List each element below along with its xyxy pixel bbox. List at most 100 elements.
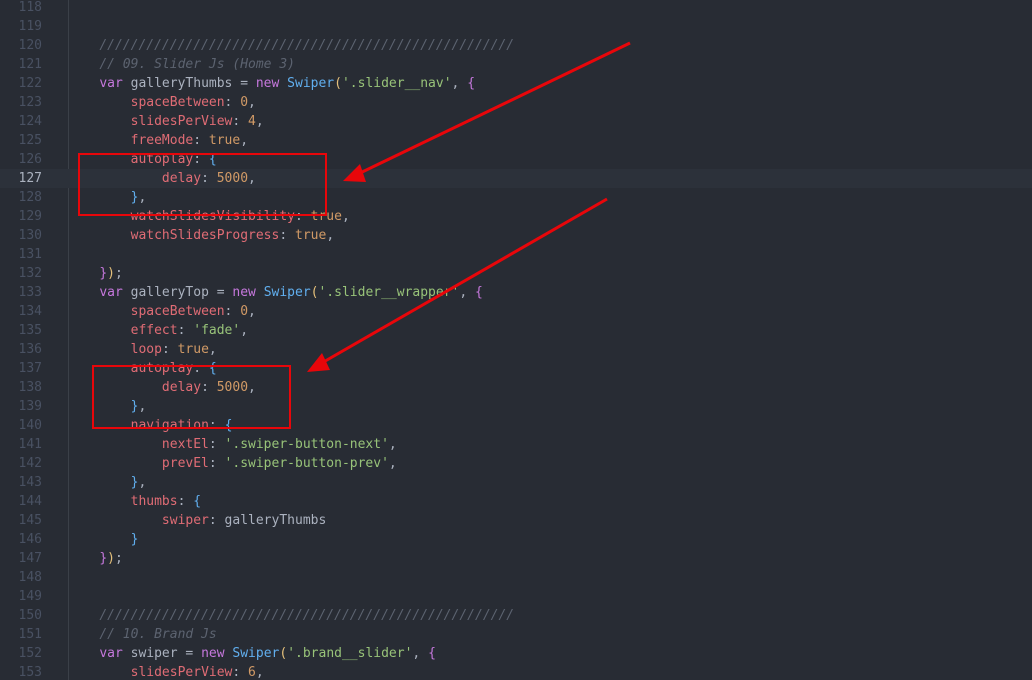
code-token: true	[208, 133, 241, 148]
code-token: freeMode	[130, 133, 194, 148]
code-token: prevEl	[161, 456, 209, 471]
code-line[interactable]: 130 watchSlidesProgress: true,	[0, 226, 1032, 245]
code-token: )	[107, 266, 115, 281]
code-line[interactable]: 127 delay: 5000,	[0, 169, 1032, 188]
code-line[interactable]: 126 autoplay: {	[0, 150, 1032, 169]
line-number: 128	[18, 190, 42, 205]
code-text: var galleryTop = new Swiper('.slider__wr…	[68, 283, 483, 302]
code-line[interactable]: 118	[0, 0, 1032, 17]
code-token: galleryThumbs	[224, 513, 327, 528]
line-number: 132	[18, 266, 42, 281]
code-line[interactable]: 128 },	[0, 188, 1032, 207]
line-number: 129	[18, 209, 42, 224]
line-number: 142	[18, 456, 42, 471]
line-number: 122	[18, 76, 42, 91]
code-line[interactable]: 136 loop: true,	[0, 340, 1032, 359]
line-number: 126	[18, 152, 42, 167]
code-token: ,	[255, 114, 264, 129]
code-line[interactable]: 134 spaceBetween: 0,	[0, 302, 1032, 321]
code-token: swiper	[161, 513, 209, 528]
code-line[interactable]: 151 // 10. Brand Js	[0, 625, 1032, 644]
code-line[interactable]: 142 prevEl: '.swiper-button-prev',	[0, 454, 1032, 473]
code-token: ,	[138, 399, 147, 414]
code-token: :	[161, 342, 178, 357]
code-line[interactable]: 122 var galleryThumbs = new Swiper('.sli…	[0, 74, 1032, 93]
code-line[interactable]: 149	[0, 587, 1032, 606]
line-number: 120	[18, 38, 42, 53]
code-content[interactable]: 118 119 120 //////////////////////////////…	[0, 0, 1032, 680]
code-token: spaceBetween	[130, 304, 225, 319]
code-token: }	[130, 532, 139, 547]
code-line[interactable]: 135 effect: 'fade',	[0, 321, 1032, 340]
line-number: 143	[18, 475, 42, 490]
code-line[interactable]: 138 delay: 5000,	[0, 378, 1032, 397]
code-token: var	[99, 76, 123, 91]
code-token: // 10. Brand Js	[99, 627, 217, 642]
code-token: =	[216, 285, 225, 300]
code-token: :	[232, 665, 249, 680]
line-number: 119	[18, 19, 42, 34]
code-line[interactable]: 124 slidesPerView: 4,	[0, 112, 1032, 131]
code-token: :	[201, 171, 217, 186]
code-token: swiper	[122, 646, 186, 661]
code-line[interactable]: 144 thumbs: {	[0, 492, 1032, 511]
code-line[interactable]: 123 spaceBetween: 0,	[0, 93, 1032, 112]
code-line[interactable]: 153 slidesPerView: 6,	[0, 663, 1032, 680]
code-line[interactable]: 141 nextEl: '.swiper-button-next',	[0, 435, 1032, 454]
code-token: :	[279, 228, 295, 243]
code-token: watchSlidesProgress	[130, 228, 280, 243]
line-number: 125	[18, 133, 42, 148]
line-number: 136	[18, 342, 42, 357]
code-token: {	[224, 418, 233, 433]
code-token: thumbs	[130, 494, 178, 509]
code-token: {	[475, 285, 483, 300]
code-token: {	[208, 152, 217, 167]
code-line[interactable]: 132 });	[0, 264, 1032, 283]
code-line[interactable]: 133 var galleryTop = new Swiper('.slider…	[0, 283, 1032, 302]
code-line[interactable]: 145 swiper: galleryThumbs	[0, 511, 1032, 530]
code-line[interactable]: 140 navigation: {	[0, 416, 1032, 435]
code-token: :	[208, 418, 225, 433]
code-line[interactable]: 120 ////////////////////////////////////…	[0, 36, 1032, 55]
code-token: ,	[255, 665, 264, 680]
code-token: Swiper	[287, 76, 335, 91]
code-text: nextEl: '.swiper-button-next',	[68, 435, 397, 454]
code-token: 'fade'	[193, 323, 241, 338]
code-line[interactable]: 131	[0, 245, 1032, 264]
code-line[interactable]: 137 autoplay: {	[0, 359, 1032, 378]
code-line[interactable]: 139 },	[0, 397, 1032, 416]
line-number: 148	[18, 570, 42, 585]
code-line[interactable]: 146 }	[0, 530, 1032, 549]
code-token: ,	[248, 380, 256, 395]
code-line[interactable]: 152 var swiper = new Swiper('.brand__sli…	[0, 644, 1032, 663]
code-line[interactable]: 147 });	[0, 549, 1032, 568]
code-token: ,	[248, 171, 256, 186]
code-line[interactable]: 143 },	[0, 473, 1032, 492]
line-number: 152	[18, 646, 42, 661]
code-line[interactable]: 125 freeMode: true,	[0, 131, 1032, 150]
code-text: watchSlidesProgress: true,	[68, 226, 335, 245]
code-line[interactable]: 148	[0, 568, 1032, 587]
code-line[interactable]: 119	[0, 17, 1032, 36]
line-number: 150	[18, 608, 42, 623]
code-editor[interactable]: 118 119 120 //////////////////////////////…	[0, 0, 1032, 680]
code-line[interactable]: 150 ////////////////////////////////////…	[0, 606, 1032, 625]
code-text: spaceBetween: 0,	[68, 302, 256, 321]
code-token: delay	[161, 171, 202, 186]
code-text: var swiper = new Swiper('.brand__slider'…	[68, 644, 436, 663]
code-line[interactable]: 129 watchSlidesVisibility: true,	[0, 207, 1032, 226]
code-line[interactable]: 121 // 09. Slider Js (Home 3)	[0, 55, 1032, 74]
code-token: ,	[240, 133, 249, 148]
code-token: ,	[459, 285, 476, 300]
line-number: 145	[18, 513, 42, 528]
